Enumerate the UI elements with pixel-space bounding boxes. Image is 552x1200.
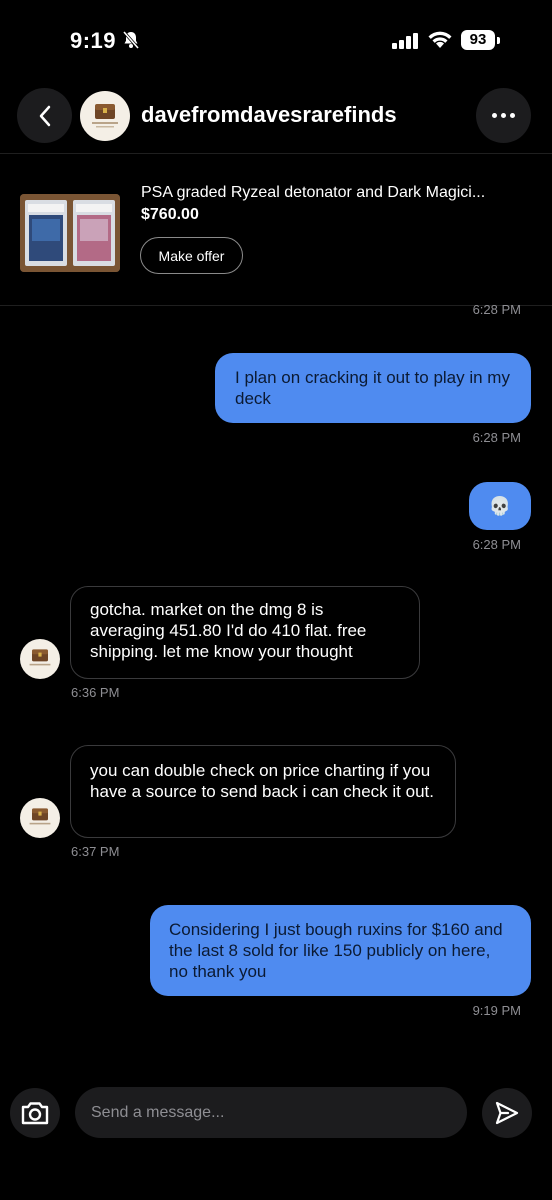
battery-icon: 93 — [461, 30, 495, 50]
battery-nub — [497, 37, 500, 44]
conversation-username[interactable]: davefromdavesrarefinds — [141, 102, 397, 128]
message-timestamp: 6:28 PM — [472, 430, 521, 445]
message-timestamp: 6:28 PM — [472, 537, 521, 552]
camera-icon — [21, 1102, 49, 1125]
message-timestamp: 9:19 PM — [472, 1003, 521, 1018]
outgoing-skull-emoji-message[interactable]: 💀 — [469, 482, 531, 530]
cellular-signal-icon — [392, 33, 420, 54]
send-icon — [495, 1101, 519, 1125]
message-timestamp: 6:37 PM — [71, 844, 120, 859]
make-offer-button[interactable]: Make offer — [140, 237, 243, 274]
dot — [501, 113, 506, 118]
send-button[interactable] — [482, 1088, 532, 1138]
seller-avatar[interactable] — [80, 91, 130, 141]
dot — [510, 113, 515, 118]
message-timestamp: 6:36 PM — [71, 685, 120, 700]
dot — [492, 113, 497, 118]
seller-avatar[interactable] — [20, 798, 60, 838]
message-input[interactable] — [75, 1087, 467, 1138]
incoming-message-bubble[interactable]: gotcha. market on the dmg 8 is averaging… — [70, 586, 420, 679]
wifi-icon — [427, 30, 453, 55]
status-time: 9:19 — [70, 28, 117, 53]
listing-thumbnail[interactable] — [20, 194, 120, 272]
listing-price: $760.00 — [141, 206, 199, 223]
camera-button[interactable] — [10, 1088, 60, 1138]
listing-divider — [0, 305, 552, 306]
chevron-left-icon — [39, 105, 50, 126]
message-timestamp: 6:28 PM — [472, 302, 521, 317]
more-options-button[interactable] — [476, 88, 531, 143]
listing-title[interactable]: PSA graded Ryzeal detonator and Dark Mag… — [141, 184, 485, 202]
incoming-message-bubble[interactable]: you can double check on price charting i… — [70, 745, 456, 838]
bell-mute-icon — [121, 30, 141, 55]
header-divider — [0, 153, 552, 154]
outgoing-message-bubble[interactable]: Considering I just bough ruxins for $160… — [150, 905, 531, 996]
back-button[interactable] — [17, 88, 72, 143]
seller-avatar[interactable] — [20, 639, 60, 679]
outgoing-message-bubble[interactable]: I plan on cracking it out to play in my … — [215, 353, 531, 423]
